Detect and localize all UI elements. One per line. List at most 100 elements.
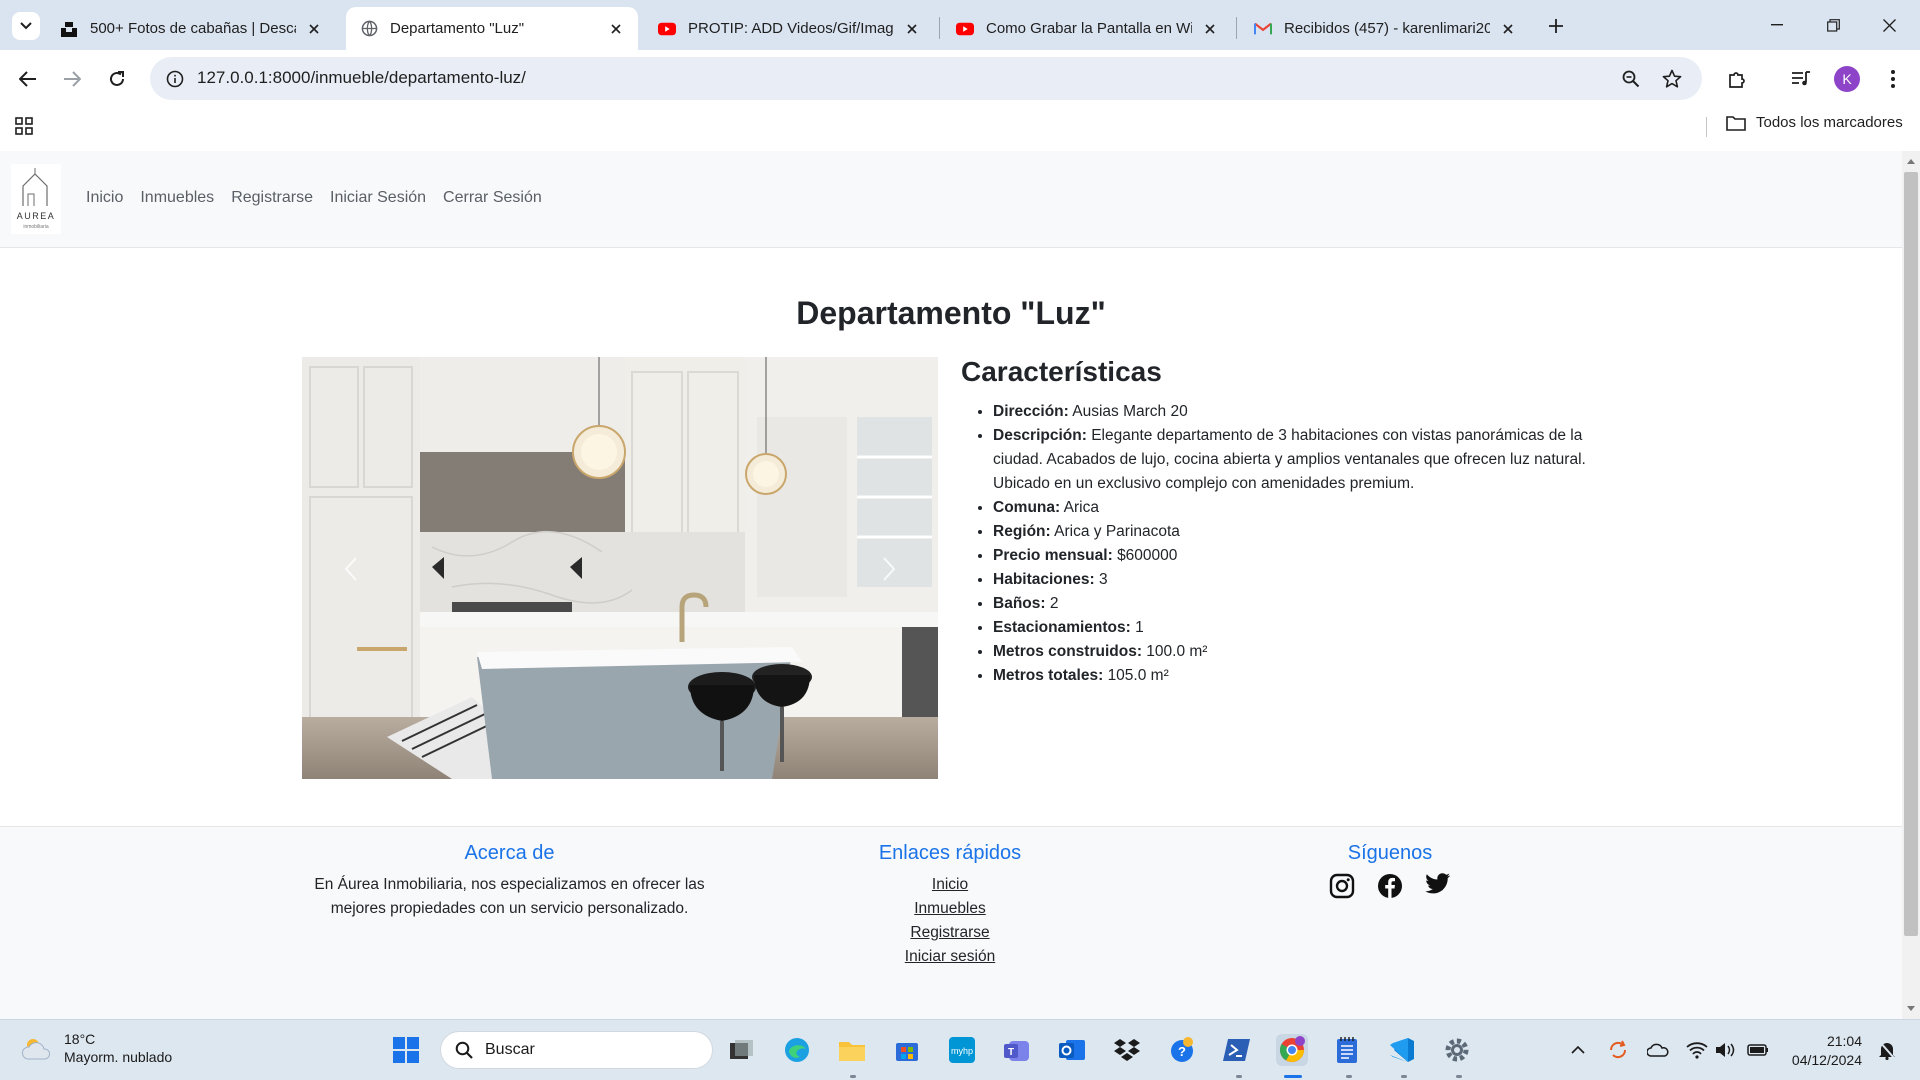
battery-icon[interactable] xyxy=(1747,1039,1769,1061)
scroll-down-arrow[interactable] xyxy=(1904,1002,1918,1016)
youtube-icon xyxy=(658,20,676,38)
powershell-icon[interactable] xyxy=(1221,1034,1253,1066)
svg-text:inmobiliaria: inmobiliaria xyxy=(23,224,49,230)
notifications-bell-icon[interactable] xyxy=(1876,1039,1898,1061)
close-window-button[interactable] xyxy=(1874,12,1904,38)
windows-taskbar: 18°C Mayorm. nublado Buscar myhp T ? 21:… xyxy=(0,1019,1920,1080)
clock-date: 04/12/2024 xyxy=(1791,1052,1862,1068)
facebook-icon[interactable] xyxy=(1377,873,1403,899)
wifi-icon[interactable] xyxy=(1686,1039,1708,1061)
instagram-icon[interactable] xyxy=(1329,873,1355,899)
tray-overflow-chevron-icon[interactable] xyxy=(1567,1039,1589,1061)
task-view-icon[interactable] xyxy=(726,1034,758,1066)
scroll-thumb[interactable] xyxy=(1904,172,1918,936)
footer-link-registrarse[interactable]: Registrarse xyxy=(800,921,1100,945)
new-tab-button[interactable] xyxy=(1542,12,1570,40)
close-icon[interactable] xyxy=(608,21,624,37)
nav-link-inicio[interactable]: Inicio xyxy=(86,189,123,207)
scroll-up-arrow[interactable] xyxy=(1904,154,1918,168)
reload-icon xyxy=(110,71,124,86)
tab-search-button[interactable] xyxy=(12,12,40,40)
outlook-icon[interactable] xyxy=(1056,1034,1088,1066)
tab-0[interactable]: 500+ Fotos de cabañas | Descar xyxy=(46,7,336,50)
feature-item: Descripción: Elegante departamento de 3 … xyxy=(993,424,1601,496)
carousel-prev-button[interactable] xyxy=(336,551,366,587)
myhp-icon[interactable]: myhp xyxy=(946,1034,978,1066)
feature-value: Ausias March 20 xyxy=(1072,403,1188,420)
arrow-left-icon xyxy=(19,71,36,87)
bookmark-star-icon[interactable] xyxy=(1661,68,1683,90)
restore-button[interactable] xyxy=(1818,12,1848,38)
volume-icon[interactable] xyxy=(1714,1039,1736,1061)
vscode-icon[interactable] xyxy=(1386,1034,1418,1066)
reload-button[interactable] xyxy=(102,64,132,94)
nav-link-cerrar-sesion[interactable]: Cerrar Sesión xyxy=(443,189,542,207)
apps-grid-icon[interactable] xyxy=(14,116,34,136)
chrome-icon[interactable] xyxy=(1276,1034,1308,1066)
tab-3[interactable]: Como Grabar la Pantalla en Win xyxy=(942,7,1232,50)
weather-temperature: 18°C xyxy=(64,1031,96,1047)
aurea-logo[interactable]: AUREA inmobiliaria xyxy=(11,164,61,234)
feature-value: Arica y Parinacota xyxy=(1054,523,1180,540)
windows-start-icon[interactable] xyxy=(390,1034,422,1066)
back-button[interactable] xyxy=(13,64,43,94)
close-icon[interactable] xyxy=(1202,21,1218,37)
tab-1-active[interactable]: Departamento "Luz" xyxy=(346,7,638,50)
more-menu-icon[interactable] xyxy=(1878,64,1908,94)
feature-label: Metros totales: xyxy=(993,667,1104,684)
taskbar-search-placeholder: Buscar xyxy=(485,1041,535,1058)
media-control-icon[interactable] xyxy=(1786,64,1816,94)
forward-button[interactable] xyxy=(57,64,87,94)
nav-link-registrarse[interactable]: Registrarse xyxy=(231,189,313,207)
nav-link-inmuebles[interactable]: Inmuebles xyxy=(140,189,214,207)
feature-label: Habitaciones: xyxy=(993,571,1095,588)
running-indicator xyxy=(850,1075,856,1078)
microsoft-store-icon[interactable] xyxy=(891,1034,923,1066)
footer-link-inmuebles[interactable]: Inmuebles xyxy=(800,897,1100,921)
profile-avatar[interactable]: K xyxy=(1834,66,1860,92)
extensions-icon[interactable] xyxy=(1722,64,1752,94)
tab-4[interactable]: Recibidos (457) - karenlimari20 xyxy=(1240,7,1530,50)
all-bookmarks-button[interactable]: Todos los marcadores xyxy=(1726,114,1903,131)
carousel-next-button[interactable] xyxy=(874,551,904,587)
help-icon[interactable]: ? xyxy=(1166,1034,1198,1066)
search-icon xyxy=(455,1041,473,1059)
tab-strip: 500+ Fotos de cabañas | Descar Departame… xyxy=(0,0,1920,50)
system-clock[interactable]: 21:04 04/12/2024 xyxy=(1782,1032,1862,1070)
footer-link-inicio[interactable]: Inicio xyxy=(800,873,1100,897)
twitter-icon[interactable] xyxy=(1425,873,1451,895)
tab-title: Como Grabar la Pantalla en Win xyxy=(986,20,1192,37)
dropbox-icon[interactable] xyxy=(1111,1034,1143,1066)
feature-value: 2 xyxy=(1049,595,1059,612)
feature-label: Metros construidos: xyxy=(993,643,1142,660)
tab-title: Recibidos (457) - karenlimari20 xyxy=(1284,20,1490,37)
close-icon[interactable] xyxy=(306,21,322,37)
weather-widget[interactable]: 18°C Mayorm. nublado xyxy=(22,1030,172,1066)
notepad-icon[interactable] xyxy=(1331,1034,1363,1066)
address-bar[interactable]: 127.0.0.1:8000/inmueble/departamento-luz… xyxy=(150,57,1702,100)
footer-link-iniciar-sesion[interactable]: Iniciar sesión xyxy=(800,945,1100,969)
edge-icon[interactable] xyxy=(781,1034,813,1066)
feature-item: Estacionamientos: 1 xyxy=(993,616,1601,640)
feature-item: Dirección: Ausias March 20 xyxy=(993,400,1601,424)
close-icon[interactable] xyxy=(904,21,920,37)
folder-icon xyxy=(1726,115,1746,131)
minimize-button[interactable] xyxy=(1762,12,1792,38)
site-info-icon[interactable] xyxy=(164,68,186,90)
teams-icon[interactable]: T xyxy=(1001,1034,1033,1066)
taskbar-search[interactable]: Buscar xyxy=(440,1031,713,1069)
property-image-carousel[interactable] xyxy=(302,357,938,779)
features-panel: Características Dirección: Ausias March … xyxy=(961,356,1601,688)
tab-2[interactable]: PROTIP: ADD Videos/Gif/Image xyxy=(644,7,934,50)
nav-link-iniciar-sesion[interactable]: Iniciar Sesión xyxy=(330,189,426,207)
settings-gear-icon[interactable] xyxy=(1441,1034,1473,1066)
feature-value: 100.0 m² xyxy=(1146,643,1208,660)
footer-about: Acerca de En Áurea Inmobiliaria, nos esp… xyxy=(302,842,717,921)
sync-icon[interactable] xyxy=(1607,1039,1629,1061)
unsplash-icon xyxy=(60,20,78,38)
onedrive-cloud-icon[interactable] xyxy=(1647,1039,1669,1061)
footer-quick-links: Enlaces rápidos Inicio Inmuebles Registr… xyxy=(800,842,1100,969)
zoom-icon[interactable] xyxy=(1620,68,1642,90)
file-explorer-icon[interactable] xyxy=(836,1034,868,1066)
close-icon[interactable] xyxy=(1500,21,1516,37)
